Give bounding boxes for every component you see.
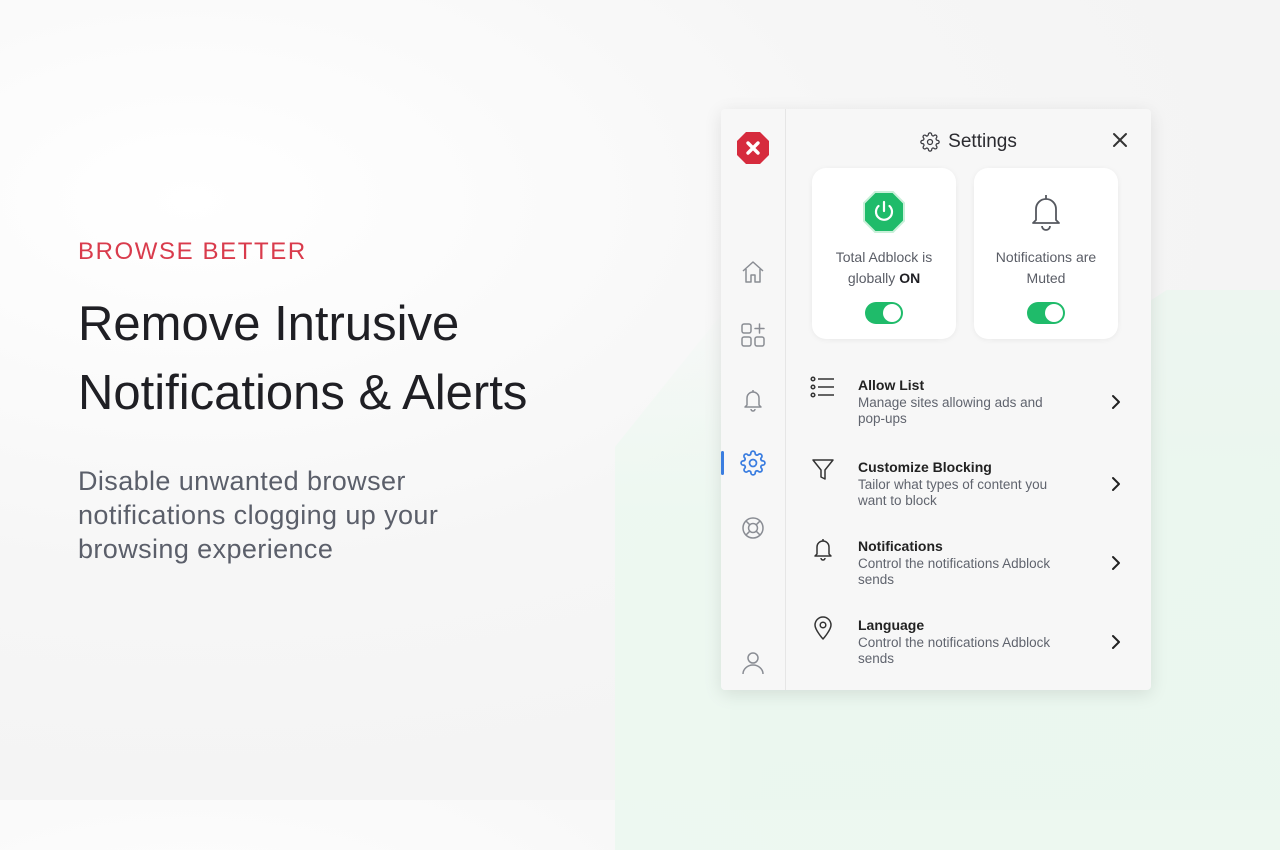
- sidebar-item-account[interactable]: [721, 645, 785, 681]
- settings-header: Settings: [786, 131, 1151, 153]
- gear-icon: [740, 450, 766, 476]
- sidebar-item-apps[interactable]: [721, 317, 785, 353]
- sidebar-item-settings[interactable]: [721, 445, 785, 481]
- row-title: Notifications: [858, 538, 943, 554]
- row-description: Control the notifications Adblock sends: [858, 635, 1051, 666]
- location-pin-icon: [814, 616, 832, 640]
- hero-kicker: BROWSE BETTER: [78, 238, 307, 265]
- row-description: Control the notifications Adblock sends: [858, 556, 1051, 587]
- chevron-right-icon: [1112, 556, 1120, 570]
- hero-headline-line2: Notifications & Alerts: [78, 366, 528, 420]
- apps-add-icon: [741, 323, 765, 347]
- settings-title: Settings: [948, 131, 1017, 152]
- home-icon: [742, 261, 764, 283]
- gear-icon: [920, 132, 940, 152]
- list-icon: [810, 376, 834, 398]
- chevron-right-icon: [1112, 477, 1120, 491]
- chevron-right-icon: [1112, 635, 1120, 649]
- hero-headline: Remove Intrusive Notifications & Alerts: [78, 290, 638, 428]
- sidebar-item-support[interactable]: [721, 510, 785, 546]
- lifebuoy-icon: [742, 517, 764, 539]
- row-title: Customize Blocking: [858, 459, 992, 475]
- close-icon[interactable]: [1109, 129, 1131, 151]
- sidebar-item-notifications[interactable]: [721, 382, 785, 418]
- settings-row-allow-list[interactable]: Allow List Manage sites allowing ads and…: [810, 375, 1125, 437]
- sidebar-item-home[interactable]: [721, 254, 785, 290]
- adblock-status-card: Total Adblock is globally ON: [812, 168, 956, 339]
- settings-content: Settings Total Adblock is globally ON No…: [786, 109, 1151, 690]
- user-icon: [742, 652, 764, 675]
- sidebar: [721, 109, 786, 690]
- filter-icon: [812, 459, 834, 480]
- adblock-toggle[interactable]: [865, 302, 903, 324]
- power-icon: [863, 191, 905, 233]
- bell-icon: [814, 539, 832, 561]
- row-description: Tailor what types of content you want to…: [858, 477, 1048, 508]
- settings-row-customize-blocking[interactable]: Customize Blocking Tailor what types of …: [810, 457, 1125, 519]
- hero-subtext: Disable unwanted browser notifications c…: [78, 466, 439, 564]
- row-title: Language: [858, 617, 925, 633]
- notifications-toggle[interactable]: [1027, 302, 1065, 324]
- notifications-status-card: Notifications are Muted: [974, 168, 1118, 339]
- bell-icon: [744, 390, 762, 412]
- adblock-status-value: ON: [899, 270, 921, 286]
- settings-row-notifications[interactable]: Notifications Control the notifications …: [810, 536, 1125, 598]
- row-title: Allow List: [858, 377, 925, 393]
- adblock-logo-icon: [737, 132, 769, 164]
- hero-headline-line1: Remove Intrusive: [78, 297, 460, 351]
- chevron-right-icon: [1112, 395, 1120, 409]
- row-description: Manage sites allowing ads and pop-ups: [858, 395, 1043, 426]
- bell-icon: [1032, 195, 1060, 231]
- settings-row-language[interactable]: Language Control the notifications Adblo…: [810, 615, 1125, 677]
- hero-section: BROWSE BETTER Remove Intrusive Notificat…: [78, 238, 638, 566]
- adblock-status-text: Total Adblock is globally ON: [820, 247, 948, 289]
- notifications-status-text: Notifications are Muted: [995, 249, 1097, 286]
- extension-popup: Settings Total Adblock is globally ON No…: [721, 109, 1151, 690]
